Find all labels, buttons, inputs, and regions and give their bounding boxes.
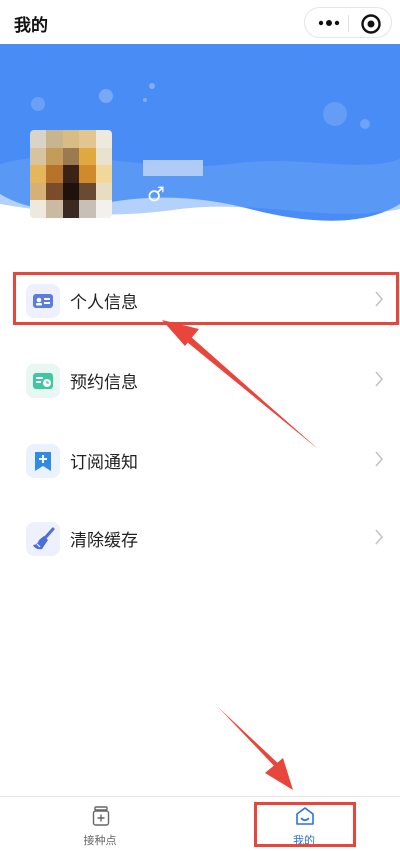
menu-item-clear-cache[interactable]: 清除缓存 xyxy=(14,510,386,566)
chevron-right-icon xyxy=(375,371,384,387)
avatar[interactable] xyxy=(30,130,112,218)
tab-vaccination-point[interactable]: 接种点 xyxy=(0,797,200,851)
navigation-bar: 我的 xyxy=(0,0,400,44)
chevron-right-icon xyxy=(375,529,384,545)
vaccine-bottle-icon xyxy=(92,806,110,826)
annotation-highlight-box xyxy=(254,802,356,847)
menu-item-label: 清除缓存 xyxy=(70,531,138,551)
appointment-icon xyxy=(26,364,60,398)
annotation-arrow xyxy=(218,707,293,790)
capsule-divider xyxy=(348,15,349,32)
tab-label: 接种点 xyxy=(83,834,117,847)
annotation-highlight-box xyxy=(13,272,399,325)
menu-item-label: 预约信息 xyxy=(70,373,138,393)
brush-icon xyxy=(26,522,60,556)
menu-item-subscription-notice[interactable]: 订阅通知 xyxy=(14,432,386,488)
menu-item-label: 订阅通知 xyxy=(70,453,138,473)
menu-item-appointment-info[interactable]: 预约信息 xyxy=(14,352,386,408)
target-circle-icon[interactable] xyxy=(360,13,382,35)
page-title: 我的 xyxy=(14,16,48,36)
more-dots-icon[interactable] xyxy=(315,14,343,32)
nickname-placeholder xyxy=(143,160,203,176)
gender-male-icon: ♂ xyxy=(147,182,165,206)
bookmark-plus-icon xyxy=(26,444,60,478)
chevron-right-icon xyxy=(375,451,384,467)
mini-program-capsule xyxy=(304,7,392,38)
